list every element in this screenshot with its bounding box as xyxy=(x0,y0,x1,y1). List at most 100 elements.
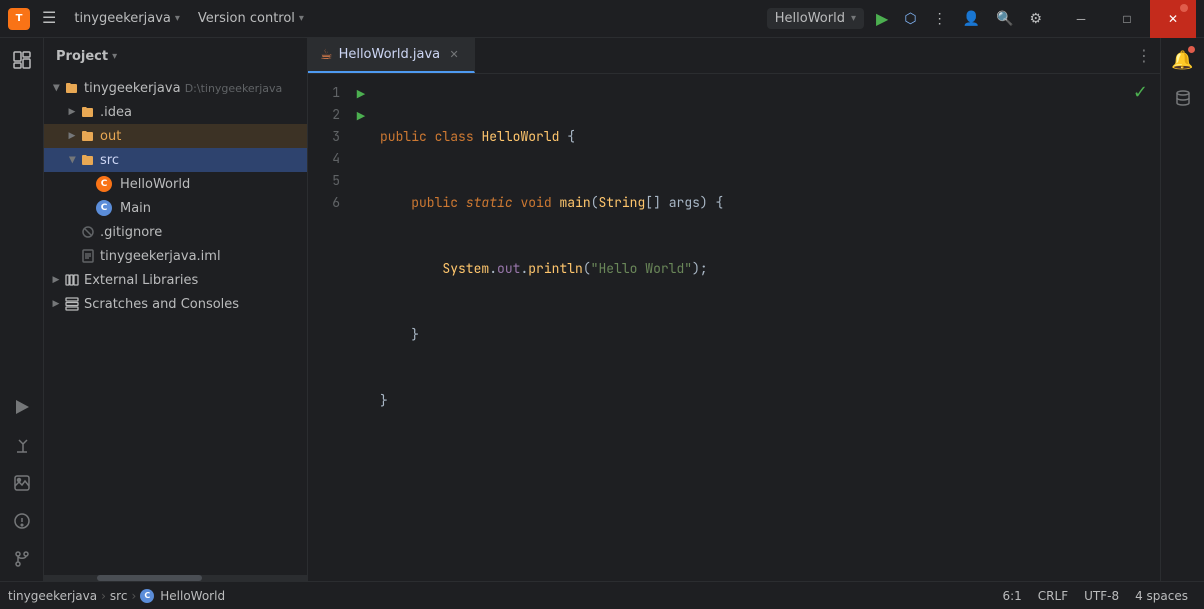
tree-item-root[interactable]: ▶ tinygeekerjava D:\tinygeekerjava xyxy=(44,76,307,100)
settings-button[interactable]: ⚙ xyxy=(1023,6,1048,31)
code-content[interactable]: public class HelloWorld { public static … xyxy=(372,74,1160,581)
code-line-6 xyxy=(380,456,1160,478)
sidebar-header: Project ▾ xyxy=(44,38,307,74)
version-control-chevron-icon: ▾ xyxy=(299,13,304,24)
activity-run-button[interactable] xyxy=(4,389,40,425)
debug-button[interactable]: ⬡ xyxy=(898,6,922,31)
sidebar: Project ▾ ▶ tinygeekerjava D:\tinygeeker… xyxy=(44,38,308,581)
java-main-icon: C xyxy=(96,200,112,216)
java-file-icon: ☕ xyxy=(320,47,333,63)
status-indent[interactable]: 4 spaces xyxy=(1127,589,1196,603)
breadcrumb-sep-1: › xyxy=(101,589,106,603)
tree-arrow-out: ▶ xyxy=(64,128,80,144)
run-button[interactable]: ▶ xyxy=(870,5,894,33)
gutter-row-2: ▶ xyxy=(350,104,372,126)
scratches-icon xyxy=(64,296,80,312)
more-actions-button[interactable]: ⋮ xyxy=(927,6,953,31)
window-controls: ─ □ ✕ xyxy=(1058,0,1196,38)
editor-tabs: ☕ HelloWorld.java ✕ ⋮ xyxy=(308,38,1160,74)
code-editor: 1 2 3 4 5 6 ▶ ▶ pu xyxy=(308,74,1160,581)
code-line-1: public class HelloWorld { xyxy=(380,126,1160,148)
activity-build-button[interactable] xyxy=(4,427,40,463)
editor-area: ☕ HelloWorld.java ✕ ⋮ 1 2 3 4 5 6 ▶ xyxy=(308,38,1160,581)
version-control-selector[interactable]: Version control ▾ xyxy=(192,7,310,30)
tree-item-iml[interactable]: tinygeekerjava.iml xyxy=(44,244,307,268)
hamburger-menu-button[interactable]: ☰ xyxy=(36,7,62,31)
breadcrumb-sep-2: › xyxy=(131,589,136,603)
minimize-button[interactable]: ─ xyxy=(1058,0,1104,38)
database-button[interactable] xyxy=(1165,80,1201,116)
tree-arrow-extlibs: ▶ xyxy=(48,272,64,288)
project-chevron-icon: ▾ xyxy=(175,13,180,24)
run-gutter-icon-2[interactable]: ▶ xyxy=(357,109,365,122)
activity-project-button[interactable] xyxy=(4,42,40,78)
line-num-5: 5 xyxy=(308,170,350,192)
status-position-text: 6:1 xyxy=(1002,589,1021,603)
code-line-4: } xyxy=(380,324,1160,346)
app-logo: T xyxy=(8,8,30,30)
status-line-ending[interactable]: CRLF xyxy=(1030,589,1076,603)
tab-close-button[interactable]: ✕ xyxy=(446,47,462,63)
tree-label-main: Main xyxy=(120,201,299,216)
tab-filename: HelloWorld.java xyxy=(339,47,441,62)
tree-item-scratches[interactable]: ▶ Scratches and Consoles xyxy=(44,292,307,316)
gitignore-icon xyxy=(80,224,96,240)
breadcrumb-src[interactable]: src xyxy=(110,589,128,603)
gutter-row-3 xyxy=(350,126,372,148)
sidebar-title[interactable]: Project ▾ xyxy=(56,49,117,64)
tree-item-helloworld[interactable]: C HelloWorld xyxy=(44,172,307,196)
editor-tabs-more-button[interactable]: ⋮ xyxy=(1128,46,1160,65)
folder-out-icon xyxy=(80,128,96,144)
tree-label-scratches: Scratches and Consoles xyxy=(84,297,299,312)
folder-idea-icon xyxy=(80,104,96,120)
status-right: 6:1 CRLF UTF-8 4 spaces xyxy=(994,589,1196,603)
tree-item-src[interactable]: ▶ src xyxy=(44,148,307,172)
tree-arrow-idea: ▶ xyxy=(64,104,80,120)
tree-item-main[interactable]: C Main xyxy=(44,196,307,220)
activity-git-button[interactable] xyxy=(4,541,40,577)
activity-image-button[interactable] xyxy=(4,465,40,501)
folder-src-icon xyxy=(80,152,96,168)
tree-scrollbar[interactable] xyxy=(44,575,307,581)
status-bar: tinygeekerjava › src › C HelloWorld 6:1 … xyxy=(0,581,1204,609)
status-indent-text: 4 spaces xyxy=(1135,589,1188,603)
library-icon xyxy=(64,272,80,288)
code-line-2: public static void main(String[] args) { xyxy=(380,192,1160,214)
tree-item-external-libraries[interactable]: ▶ External Libraries xyxy=(44,268,307,292)
search-button[interactable]: 🔍 xyxy=(990,6,1019,31)
run-gutter-icon-1[interactable]: ▶ xyxy=(357,87,365,100)
version-control-label: Version control xyxy=(198,11,295,26)
close-button[interactable]: ✕ xyxy=(1150,0,1196,38)
tree-item-gitignore[interactable]: .gitignore xyxy=(44,220,307,244)
tree-label-idea: .idea xyxy=(100,105,299,120)
profile-button[interactable]: 👤 xyxy=(957,6,986,31)
activity-bar xyxy=(0,38,44,581)
code-checkmark-icon: ✓ xyxy=(1133,82,1148,103)
tree-label-out: out xyxy=(100,129,299,144)
right-sidebar: 🔔 xyxy=(1160,38,1204,581)
gutter-row-6 xyxy=(350,192,372,214)
code-line-3: System.out.println("Hello World"); xyxy=(380,258,1160,280)
breadcrumb-project[interactable]: tinygeekerjava xyxy=(8,589,97,603)
gutter-row-5 xyxy=(350,170,372,192)
notifications-button[interactable]: 🔔 xyxy=(1165,42,1201,78)
gutter-row-4 xyxy=(350,148,372,170)
line-num-2: 2 xyxy=(308,104,350,126)
tree-item-idea[interactable]: ▶ .idea xyxy=(44,100,307,124)
code-line-5: } xyxy=(380,390,1160,412)
iml-icon xyxy=(80,248,96,264)
run-config-name: HelloWorld xyxy=(775,11,845,26)
status-position[interactable]: 6:1 xyxy=(994,589,1029,603)
tree-item-out[interactable]: ▶ out xyxy=(44,124,307,148)
folder-icon xyxy=(64,80,80,96)
tree-label-external-libraries: External Libraries xyxy=(84,273,299,288)
activity-warning-button[interactable] xyxy=(4,503,40,539)
status-encoding[interactable]: UTF-8 xyxy=(1076,589,1127,603)
editor-tab-helloworld[interactable]: ☕ HelloWorld.java ✕ xyxy=(308,38,475,73)
maximize-button[interactable]: □ xyxy=(1104,0,1150,38)
tree-scrollbar-thumb xyxy=(97,575,202,581)
breadcrumb-class[interactable]: HelloWorld xyxy=(160,589,225,603)
project-selector[interactable]: tinygeekerjava ▾ xyxy=(68,7,186,30)
run-config-selector[interactable]: HelloWorld ▾ xyxy=(767,8,864,29)
sidebar-title-chevron-icon: ▾ xyxy=(112,51,117,62)
